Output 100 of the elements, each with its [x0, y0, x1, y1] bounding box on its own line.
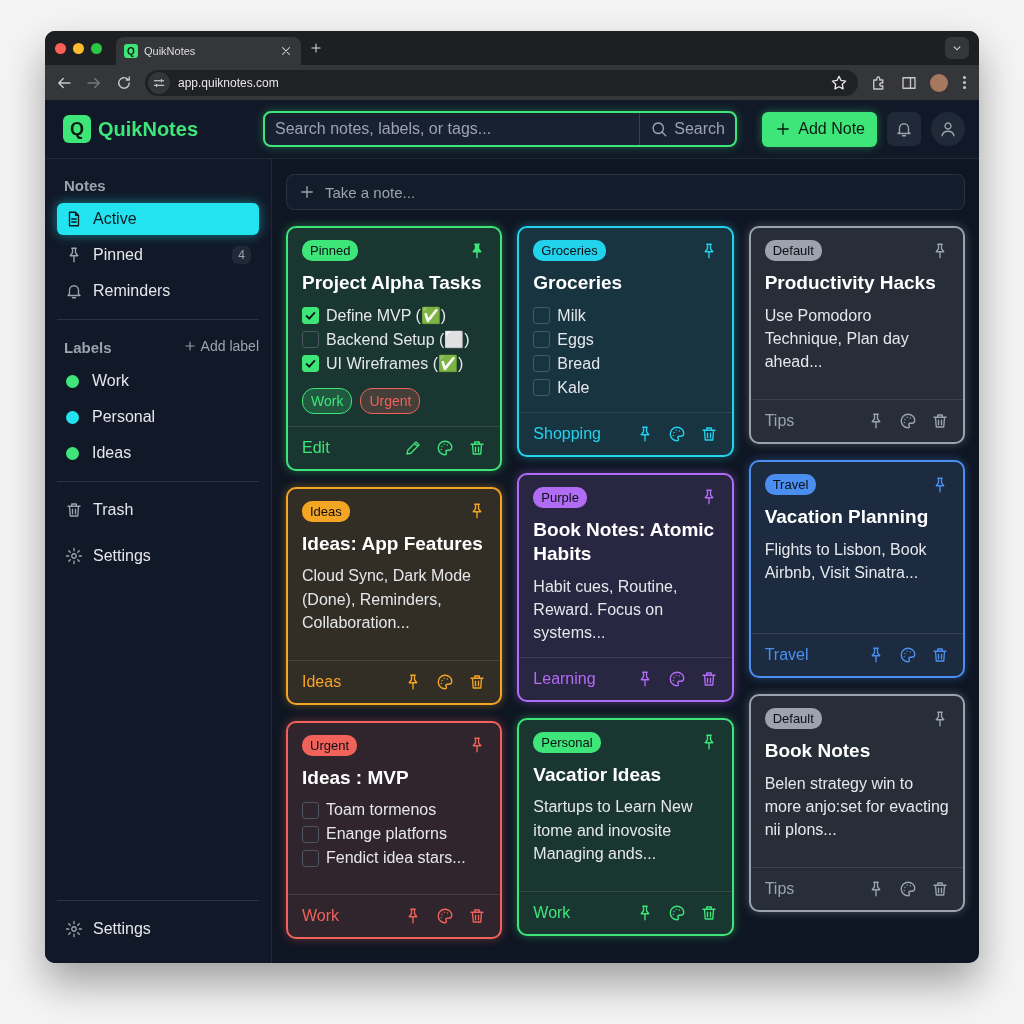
note-card[interactable]: Personal Vacatior Ideas Startups to Learn New itome and inovosite Managing ands... Work	[517, 717, 734, 936]
label-badge: Groceries	[533, 240, 606, 261]
note-card[interactable]: Ideas Ideas: App Features Cloud Sync, Dark Mode (Done), Reminders, Collaboration... Ideas	[286, 486, 503, 705]
checkbox[interactable]	[302, 849, 319, 867]
note-card[interactable]: Travel Vacation Planning Flights to Lisbon, Book Airbnb, Visit Sinatra... Travel	[748, 460, 965, 678]
note-text: Habit cues, Routine, Reward. Focus on systems...	[533, 577, 679, 644]
label-item[interactable]: Work	[57, 365, 259, 397]
profile-avatar[interactable]	[930, 73, 948, 92]
palette-icon[interactable]	[899, 412, 917, 430]
checklist-item: Toam tormenos	[326, 801, 437, 820]
footer-label[interactable]: Tips	[764, 880, 795, 898]
new-tab-icon[interactable]	[309, 41, 323, 55]
note-text: Startups to Learn New itome and inovosite Managing ands...	[533, 797, 694, 864]
footer-label[interactable]: Shopping	[533, 424, 601, 443]
palette-icon[interactable]	[667, 669, 686, 688]
app-name: QuikNotes	[98, 117, 199, 141]
checkbox[interactable]	[302, 331, 319, 349]
search-button[interactable]: Search	[639, 113, 735, 145]
bell-icon	[65, 282, 83, 300]
label-badge: Purple	[533, 486, 587, 508]
sidebar-item[interactable]: Active	[57, 203, 259, 235]
footer-label[interactable]: Edit	[302, 438, 330, 457]
browser-tab[interactable]: Q QuikNotes	[116, 37, 301, 65]
section-heading: Notes	[63, 177, 107, 196]
note-title: Book Notes	[764, 739, 872, 763]
trash-icon[interactable]	[468, 438, 487, 457]
label-badge: Personal	[533, 731, 601, 753]
checklist-item: Backend Setup (⬜)	[326, 330, 470, 350]
trash-icon[interactable]	[931, 880, 949, 898]
palette-icon[interactable]	[899, 646, 917, 664]
reload-icon[interactable]	[115, 73, 133, 92]
trash-icon[interactable]	[699, 669, 718, 688]
label-item[interactable]: Personal	[57, 401, 259, 433]
account-button[interactable]	[931, 112, 965, 146]
footer-label[interactable]: Travel	[764, 646, 809, 664]
palette-icon[interactable]	[436, 438, 455, 457]
sidebar-item[interactable]: Pinned 4	[57, 239, 259, 271]
palette-icon[interactable]	[667, 424, 686, 443]
trash-icon[interactable]	[931, 412, 949, 430]
footer-label[interactable]: Tips	[764, 412, 795, 430]
user-icon	[939, 120, 957, 138]
tag-chip[interactable]: Work	[302, 387, 353, 414]
checkbox[interactable]	[533, 307, 551, 325]
bookmark-star-icon[interactable]	[830, 73, 848, 92]
maximize-window-icon[interactable]	[91, 42, 102, 54]
take-note-field[interactable]: Take a note...	[286, 174, 965, 210]
close-icon[interactable]	[279, 44, 293, 58]
footer-label[interactable]: Learning	[533, 669, 596, 688]
trash-icon[interactable]	[468, 906, 487, 925]
checklist-item: Enange platforns	[326, 825, 447, 844]
address-bar[interactable]: app.quiknotes.com	[145, 69, 858, 96]
label-badge: Urgent	[302, 734, 358, 756]
palette-icon[interactable]	[436, 906, 455, 925]
note-card[interactable]: Purple Book Notes: Atomic Habits Habit cues, Routine, Reward. Focus on systems... Learning	[517, 472, 734, 702]
checkbox[interactable]	[533, 331, 551, 349]
bell-icon	[895, 120, 913, 138]
add-label-link[interactable]: Add label	[182, 338, 259, 354]
notifications-button[interactable]	[887, 112, 921, 146]
trash-icon[interactable]	[699, 903, 718, 922]
footer-label[interactable]: Work	[533, 903, 571, 922]
checklist-item: Define MVP (✅)	[326, 306, 447, 326]
note-card[interactable]: Urgent Ideas : MVP Toam tormenos Enange platforns Fendict idea stars... Work	[286, 720, 503, 939]
note-card[interactable]: Default Book Notes Belen strategy win to more anjo:set for evacting nii plons... Tips	[748, 694, 965, 912]
plus-icon	[182, 339, 197, 353]
palette-icon[interactable]	[436, 672, 455, 691]
checkbox[interactable]	[533, 355, 551, 373]
palette-icon[interactable]	[899, 880, 917, 898]
note-card[interactable]: Default Productivity Hacks Use Pomodoro Technique, Plan day ahead... Tips	[748, 226, 965, 444]
label-item[interactable]: Ideas	[57, 437, 259, 469]
sidebar-item[interactable]: Settings	[57, 540, 259, 572]
footer-label[interactable]: Ideas	[302, 672, 342, 691]
sidebar-item[interactable]: Settings	[57, 913, 259, 945]
palette-icon[interactable]	[667, 903, 686, 922]
note-card[interactable]: Groceries Groceries Milk Eggs Bread Kale Shopping	[517, 226, 734, 457]
search-field[interactable]: Search notes, labels, or tags... Search	[263, 111, 737, 147]
add-note-button[interactable]: Add Note	[762, 111, 877, 147]
trash-icon[interactable]	[699, 424, 718, 443]
trash-icon[interactable]	[931, 646, 949, 664]
sidebar-item[interactable]: Trash	[57, 494, 259, 526]
checkbox[interactable]	[533, 379, 551, 397]
close-window-icon[interactable]	[55, 42, 66, 54]
search-icon	[650, 120, 669, 138]
note-title: Book Notes: Atomic Habits	[533, 517, 716, 567]
checklist-item: UI Wireframes (✅)	[326, 354, 464, 374]
trash-icon[interactable]	[468, 672, 487, 691]
count-badge: 4	[232, 246, 251, 264]
tab-menu-button[interactable]	[945, 37, 969, 59]
sidebar-item[interactable]: Reminders	[57, 275, 259, 307]
label-badge: Pinned	[302, 240, 359, 261]
note-text: Cloud Sync, Dark Mode (Done), Reminders, Collaboration...	[302, 566, 472, 633]
checkbox[interactable]	[302, 801, 319, 819]
checkbox[interactable]	[302, 825, 319, 843]
trash-icon	[65, 501, 83, 519]
app-logo: Q	[63, 115, 91, 143]
label-badge: Ideas	[302, 500, 350, 522]
footer-label[interactable]: Work	[302, 906, 340, 925]
minimize-window-icon[interactable]	[73, 42, 84, 54]
app-favicon: Q	[124, 44, 138, 58]
note-card[interactable]: Pinned Project Alpha Tasks Define MVP (✅) Backend Setup (⬜) UI Wireframes (✅) Work Urgent Edit	[286, 226, 503, 471]
label-badge: Travel	[764, 474, 817, 495]
